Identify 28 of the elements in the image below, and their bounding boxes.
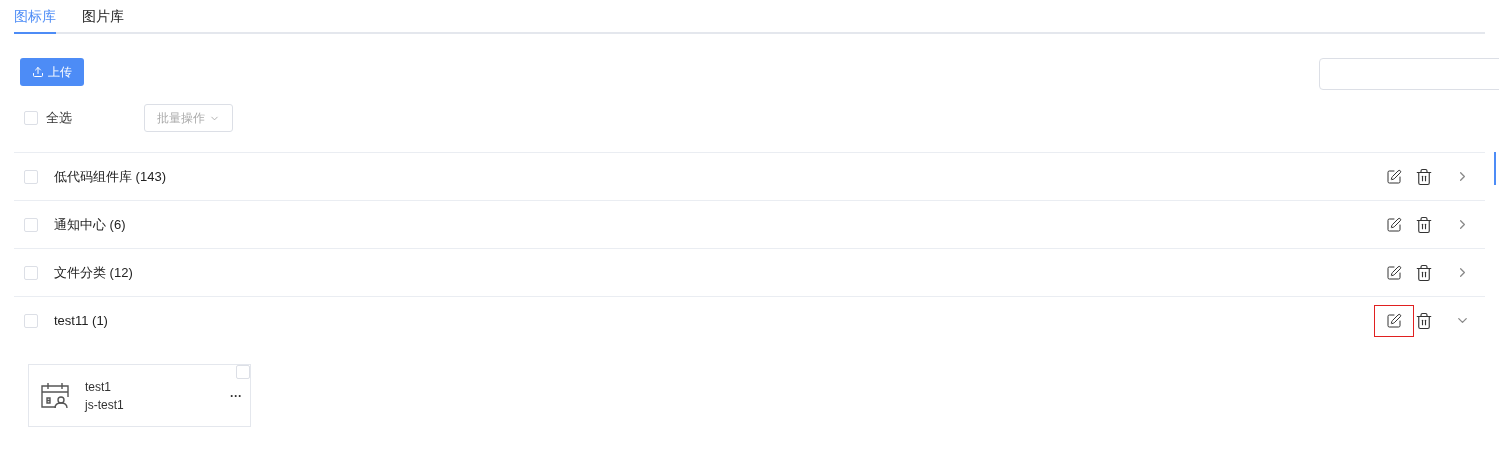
group-name: 通知中心 (6) — [54, 215, 127, 234]
checkbox[interactable] — [24, 111, 38, 125]
group-name: test11 (1) — [54, 313, 109, 328]
select-all-label: 全选 — [46, 109, 73, 127]
trash-icon — [1415, 263, 1433, 282]
checkbox[interactable] — [24, 265, 38, 280]
edit-icon — [1386, 312, 1402, 329]
search-field[interactable] — [1319, 58, 1499, 90]
trash-icon — [1415, 311, 1433, 330]
group-name: 文件分类 (12) — [54, 263, 134, 282]
icon-name: test1 — [85, 378, 112, 396]
checkbox[interactable] — [24, 169, 38, 184]
group-name: 低代码组件库 (143) — [54, 167, 167, 186]
edit-button[interactable] — [1374, 304, 1414, 337]
checkbox[interactable] — [236, 365, 250, 379]
checkbox[interactable] — [24, 217, 38, 232]
trash-icon — [1415, 167, 1433, 186]
icon-card[interactable]: test1 js-test1 ··· — [28, 364, 251, 427]
scrollbar-thumb[interactable] — [1494, 152, 1496, 185]
more-button[interactable]: ··· — [230, 388, 242, 403]
edit-icon — [1386, 216, 1402, 233]
edit-icon — [1386, 264, 1402, 281]
checkbox[interactable] — [24, 313, 38, 328]
trash-icon — [1415, 215, 1433, 234]
edit-icon — [1386, 168, 1402, 185]
upload-icon — [32, 66, 44, 78]
tab[interactable]: 图片库 — [82, 8, 124, 34]
icon-code: js-test1 — [85, 396, 125, 414]
